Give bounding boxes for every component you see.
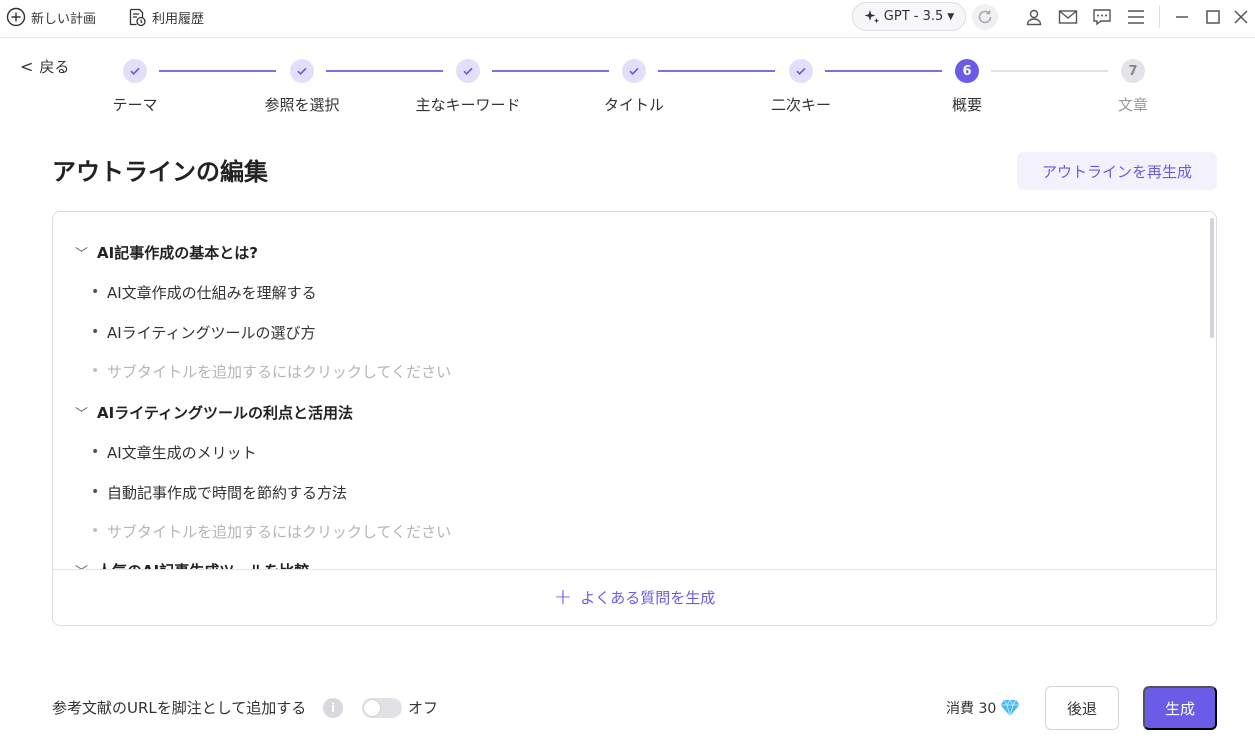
model-selector[interactable]: GPT - 3.5 ▼ — [852, 2, 966, 31]
step-connector — [658, 70, 775, 72]
generate-faq-button[interactable]: + よくある質問を生成 — [53, 569, 1216, 625]
plus-icon: + — [553, 585, 573, 610]
new-plan-label: 新しい計画 — [31, 11, 97, 27]
subitem-text[interactable]: AI文章作成の仕組みを理解する — [107, 282, 317, 303]
subitem-text[interactable]: 自動記事作成で時間を節約する方法 — [107, 482, 347, 503]
history-icon — [129, 8, 146, 27]
top-toolbar: 新しい計画 利用履歴 GPT - 3.5 ▼ — [0, 0, 1255, 38]
outline-section[interactable]: ﹀ 人気のAI記事生成ツールを比較 — [75, 558, 309, 570]
step-7-label: 文章 — [1117, 96, 1149, 114]
faq-label: よくある質問を生成 — [580, 589, 716, 607]
maximize-icon[interactable] — [1203, 7, 1223, 27]
minimize-icon[interactable] — [1172, 7, 1192, 27]
outline-scroll-area[interactable]: ﹀ AI記事作成の基本とは? • AI文章作成の仕組みを理解する • AIライテ… — [53, 212, 1216, 570]
step-3-check[interactable] — [456, 59, 480, 83]
scrollbar-thumb[interactable] — [1210, 218, 1214, 338]
check-icon — [629, 67, 639, 76]
regenerate-outline-button[interactable]: アウトラインを再生成 — [1017, 152, 1217, 190]
info-icon[interactable]: i — [323, 698, 343, 718]
chevron-left-icon: < — [20, 57, 34, 76]
toggle-knob — [364, 700, 380, 716]
add-subtitle-placeholder[interactable]: • サブタイトルを追加するにはクリックしてください — [91, 519, 451, 543]
model-label: GPT - 3.5 — [883, 9, 944, 24]
chevron-down-icon[interactable]: ﹀ — [75, 403, 93, 422]
step-4-check[interactable] — [622, 59, 646, 83]
chat-icon[interactable] — [1092, 7, 1112, 27]
page-title: アウトラインの編集 — [52, 158, 268, 186]
menu-icon[interactable] — [1126, 7, 1146, 27]
placeholder-text[interactable]: サブタイトルを追加するにはクリックしてください — [107, 521, 451, 542]
step-1-label: テーマ — [112, 96, 158, 114]
history-label: 利用履歴 — [152, 11, 205, 27]
step-connector — [159, 70, 276, 72]
step-5-label: 二次キー — [770, 96, 832, 114]
history-button[interactable]: 利用履歴 — [127, 6, 204, 28]
check-icon — [796, 67, 806, 76]
bullet-icon: • — [91, 444, 100, 460]
bullet-icon: • — [91, 284, 100, 300]
outline-section[interactable]: ﹀ AI記事作成の基本とは? — [75, 240, 258, 264]
bullet-icon: • — [91, 363, 100, 379]
outline-subitem[interactable]: • AI文章作成の仕組みを理解する — [91, 280, 317, 304]
new-plan-button[interactable]: 新しい計画 — [6, 6, 96, 28]
step-2-check[interactable] — [290, 59, 314, 83]
chevron-down-icon: ▼ — [947, 11, 955, 22]
step-1-check[interactable] — [123, 59, 147, 83]
outline-subitem[interactable]: • AIライティングツールの選び方 — [91, 320, 316, 344]
section-title[interactable]: AIライティングツールの利点と活用法 — [97, 402, 353, 423]
footnote-toggle[interactable] — [362, 698, 402, 718]
step-3-label: 主なキーワード — [415, 96, 521, 114]
placeholder-text[interactable]: サブタイトルを追加するにはクリックしてください — [107, 361, 451, 382]
outline-section[interactable]: ﹀ AIライティングツールの利点と活用法 — [75, 400, 353, 424]
chevron-down-icon[interactable]: ﹀ — [75, 561, 93, 570]
back-link[interactable]: < 戻る — [20, 56, 69, 77]
step-connector — [326, 70, 443, 72]
check-icon — [130, 67, 140, 76]
outline-subitem[interactable]: • AI文章生成のメリット — [91, 440, 257, 464]
close-icon[interactable] — [1231, 7, 1251, 27]
refresh-button[interactable] — [972, 4, 998, 30]
step-connector — [825, 70, 942, 72]
footnote-option-label: 参考文献のURLを脚注として追加する — [52, 699, 307, 717]
user-icon[interactable] — [1024, 7, 1044, 27]
refresh-icon — [978, 10, 992, 24]
subitem-text[interactable]: AI文章生成のメリット — [107, 442, 257, 463]
step-connector — [991, 70, 1108, 72]
bullet-icon: • — [91, 484, 100, 500]
generate-button[interactable]: 生成 — [1143, 686, 1217, 730]
chevron-down-icon[interactable]: ﹀ — [75, 243, 93, 262]
credit-cost: 消費 30 — [946, 698, 1020, 718]
step-6-number[interactable]: 6 — [955, 59, 979, 83]
step-5-check[interactable] — [789, 59, 813, 83]
step-connector — [492, 70, 609, 72]
section-title[interactable]: 人気のAI記事生成ツールを比較 — [97, 560, 309, 570]
cost-label: 消費 30 — [946, 701, 997, 717]
add-subtitle-placeholder[interactable]: • サブタイトルを追加するにはクリックしてください — [91, 359, 451, 383]
outline-subitem[interactable]: • 自動記事作成で時間を節約する方法 — [91, 480, 347, 504]
sparkle-icon — [864, 9, 879, 23]
check-icon — [463, 67, 473, 76]
subitem-text[interactable]: AIライティングツールの選び方 — [107, 322, 316, 343]
step-6-label: 概要 — [951, 96, 983, 114]
bullet-icon: • — [91, 523, 100, 539]
step-7-number[interactable]: 7 — [1121, 59, 1145, 83]
mail-icon[interactable] — [1058, 7, 1078, 27]
bullet-icon: • — [91, 324, 100, 340]
step-2-label: 参照を選択 — [264, 96, 340, 114]
outline-editor: ﹀ AI記事作成の基本とは? • AI文章作成の仕組みを理解する • AIライテ… — [52, 211, 1217, 626]
toolbar-divider — [1159, 6, 1160, 28]
back-button[interactable]: 後退 — [1045, 686, 1119, 730]
toggle-state-label: オフ — [408, 699, 439, 717]
section-title[interactable]: AI記事作成の基本とは? — [97, 242, 258, 263]
plus-circle-icon — [6, 7, 26, 27]
diamond-icon — [1000, 699, 1020, 717]
step-4-label: タイトル — [603, 96, 665, 114]
check-icon — [297, 67, 307, 76]
back-label: 戻る — [39, 58, 70, 76]
